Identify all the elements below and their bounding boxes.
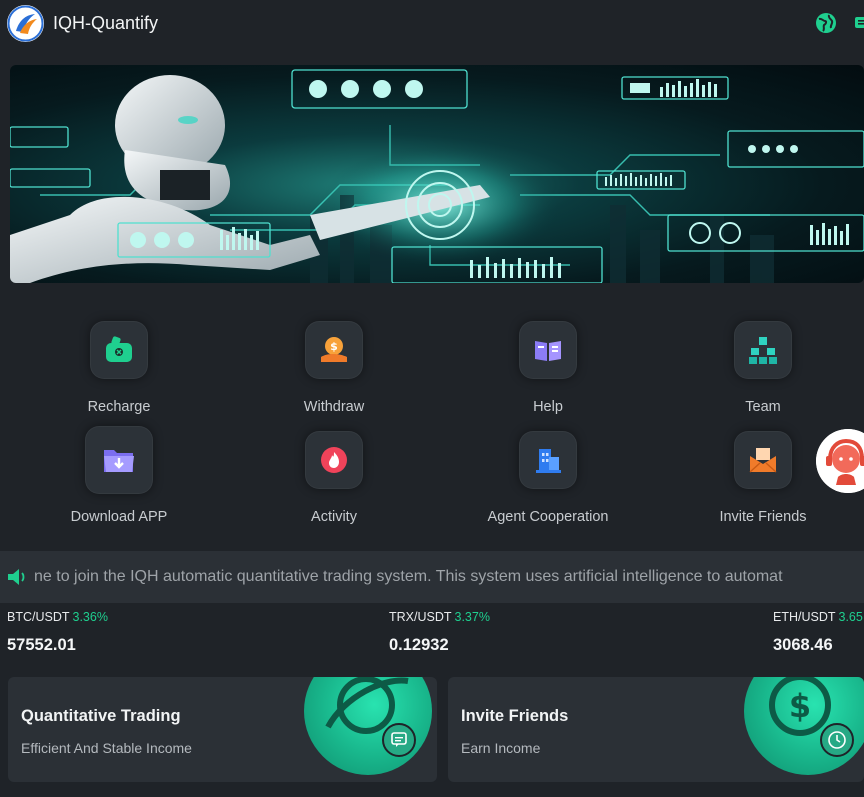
message-icon[interactable] bbox=[853, 14, 864, 32]
menu-activity[interactable]: Activity bbox=[254, 431, 414, 531]
flame-icon bbox=[305, 431, 363, 489]
menu-team[interactable]: Team bbox=[683, 321, 843, 421]
card-title: Quantitative Trading bbox=[21, 707, 181, 725]
ticker-pair: ETH/USDT bbox=[773, 610, 836, 624]
chat-icon bbox=[382, 723, 416, 757]
card-subtitle: Efficient And Stable Income bbox=[21, 740, 192, 756]
book-icon bbox=[519, 321, 577, 379]
menu-label: Withdraw bbox=[303, 399, 365, 415]
card-invite-friends[interactable]: $ Invite Friends Earn Income bbox=[448, 677, 864, 782]
menu-label: Team bbox=[745, 399, 781, 415]
menu-agent-cooperation[interactable]: Agent Cooperation bbox=[468, 431, 628, 531]
svg-text:$: $ bbox=[330, 340, 338, 353]
app-title: IQH-Quantify bbox=[53, 13, 159, 33]
globe-icon[interactable] bbox=[815, 12, 837, 34]
menu-label: Help bbox=[533, 399, 563, 415]
clock-icon bbox=[820, 723, 854, 757]
ticker-change: 3.65 bbox=[838, 610, 863, 624]
card-subtitle: Earn Income bbox=[461, 740, 541, 756]
speaker-icon bbox=[8, 569, 25, 585]
svg-text:$: $ bbox=[789, 687, 811, 725]
ticker-change: 3.37% bbox=[454, 610, 490, 624]
hierarchy-icon bbox=[734, 321, 792, 379]
menu-label: Download APP bbox=[70, 509, 168, 525]
ticker-price: 57552.01 bbox=[7, 636, 76, 654]
download-folder-icon bbox=[85, 426, 153, 494]
ticker-pair: TRX/USDT bbox=[389, 610, 452, 624]
ticker-btc[interactable]: BTC/USDT 3.36% 57552.01 bbox=[7, 610, 108, 655]
menu-recharge[interactable]: Recharge bbox=[39, 321, 199, 421]
app-header: IQH-Quantify bbox=[0, 0, 864, 48]
ai-robot-banner[interactable] bbox=[10, 65, 864, 283]
ticker-price: 0.12932 bbox=[389, 636, 449, 654]
card-quantitative-trading[interactable]: Quantitative Trading Efficient And Stabl… bbox=[8, 677, 437, 782]
ticker-price: 3068.46 bbox=[773, 636, 833, 654]
notice-text: ne to join the IQH automatic quantitativ… bbox=[34, 568, 783, 585]
menu-label: Invite Friends bbox=[719, 509, 807, 525]
coin-bag-icon: $ bbox=[305, 321, 363, 379]
ticker-change: 3.36% bbox=[72, 610, 108, 624]
iqh-logo-icon[interactable] bbox=[7, 5, 44, 42]
wallet-icon bbox=[90, 321, 148, 379]
notice-bar: ne to join the IQH automatic quantitativ… bbox=[0, 551, 864, 603]
ticker-eth[interactable]: ETH/USDT 3.65 3068.46 bbox=[773, 610, 864, 655]
menu-label: Recharge bbox=[87, 399, 151, 415]
building-icon bbox=[519, 431, 577, 489]
menu-help[interactable]: Help bbox=[468, 321, 628, 421]
menu-withdraw[interactable]: $ Withdraw bbox=[254, 321, 414, 421]
menu-label: Agent Cooperation bbox=[487, 509, 609, 525]
ticker-trx[interactable]: TRX/USDT 3.37% 0.12932 bbox=[389, 610, 490, 655]
menu-label: Activity bbox=[311, 509, 357, 525]
planet-icon bbox=[304, 677, 432, 775]
card-title: Invite Friends bbox=[461, 707, 569, 725]
ticker-pair: BTC/USDT bbox=[7, 610, 70, 624]
envelope-icon bbox=[734, 431, 792, 489]
menu-download-app[interactable]: Download APP bbox=[39, 426, 199, 531]
